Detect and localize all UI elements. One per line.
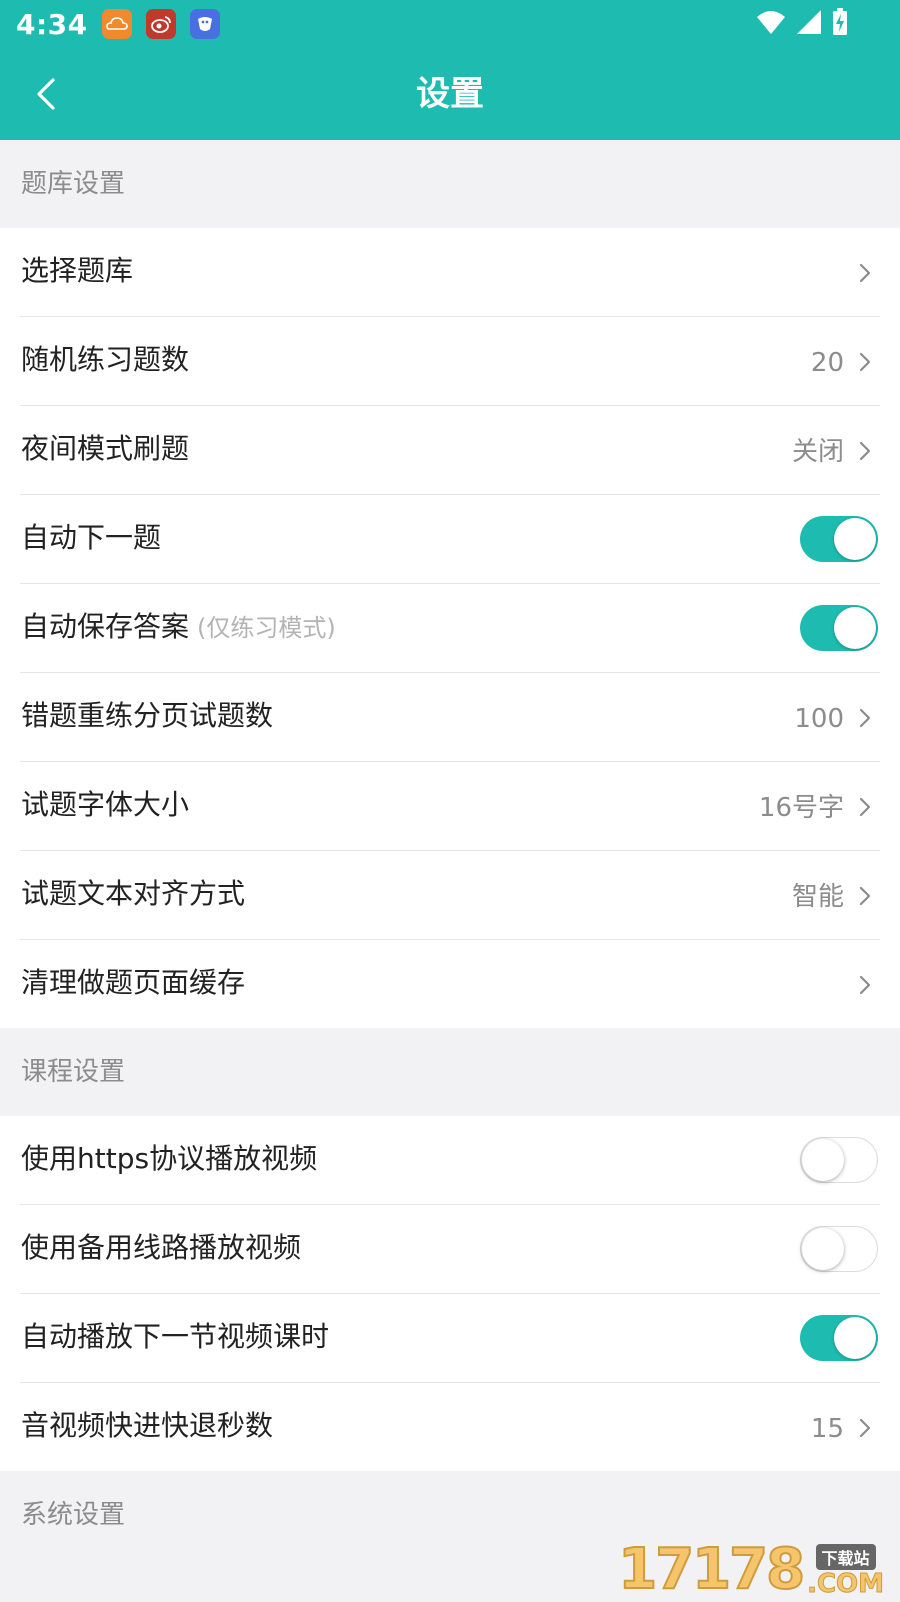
settings-group: 使用https协议播放视频 使用备用线路播放视频 自动播放下一节视频课时 音视频快进快…: [0, 1116, 900, 1471]
settings-row[interactable]: 使用备用线路播放视频: [20, 1205, 880, 1294]
settings-row-title: 选择题库: [21, 254, 134, 287]
settings-row-title: 夜间模式刷题: [21, 432, 190, 465]
settings-row[interactable]: 夜间模式刷题 关闭: [20, 406, 880, 495]
settings-row-value: 关闭: [791, 437, 844, 467]
settings-row-title: 清理做题页面缓存: [21, 966, 246, 999]
settings-row-label: 清理做题页面缓存: [21, 940, 245, 1026]
weather-app-icon: [101, 9, 132, 39]
toggle-knob: [834, 1317, 876, 1359]
settings-row-title: 试题文本对齐方式: [21, 877, 246, 910]
bird-app-icon: [189, 9, 220, 39]
settings-row[interactable]: 清理做题页面缓存: [20, 940, 880, 1028]
toggle-knob: [834, 607, 876, 649]
settings-row[interactable]: 选择题库: [20, 228, 880, 317]
page-title: 设置: [416, 74, 484, 114]
back-chevron-icon: [37, 78, 55, 110]
back-button[interactable]: [22, 70, 70, 118]
settings-row-value: 100: [794, 704, 844, 734]
chevron-right-icon: [852, 794, 878, 820]
settings-group: 选择题库 随机练习题数 20 夜间模式刷题 关闭 自动下一题 自动保存答案 (仅练习模式) 错题…: [0, 228, 900, 1028]
settings-row-title: 音视频快进快退秒数: [21, 1409, 274, 1442]
toggle-knob: [834, 518, 876, 560]
toggle-switch[interactable]: [800, 1137, 878, 1183]
wifi-icon: [756, 9, 786, 39]
settings-row-label: 选择题库: [21, 228, 133, 314]
settings-row-title: 自动保存答案: [21, 610, 190, 643]
status-bar: 4:34: [0, 0, 900, 48]
settings-row-label: 音视频快进快退秒数: [21, 1383, 273, 1469]
toggle-knob: [802, 1228, 844, 1270]
settings-row-label: 随机练习题数: [21, 317, 189, 403]
chevron-right-icon: [852, 883, 878, 909]
settings-row-title: 自动播放下一节视频课时: [21, 1320, 330, 1353]
toggle-switch[interactable]: [800, 605, 878, 651]
settings-row-title: 错题重练分页试题数: [21, 699, 274, 732]
app-toolbar: 设置: [0, 48, 900, 140]
settings-row-label: 自动下一题: [21, 495, 161, 581]
settings-row[interactable]: 自动播放下一节视频课时: [20, 1294, 880, 1383]
settings-row-value: 16号字: [758, 793, 844, 823]
settings-row-label: 使用https协议播放视频: [21, 1116, 317, 1202]
settings-row-label: 夜间模式刷题: [21, 406, 189, 492]
section-header: 课程设置: [0, 1028, 900, 1116]
settings-row-label: 试题字体大小: [21, 762, 189, 848]
settings-row-title: 自动下一题: [21, 521, 162, 554]
settings-row[interactable]: 自动下一题: [20, 495, 880, 584]
chevron-right-icon: [852, 1415, 878, 1441]
watermark-number: 17178: [617, 1537, 806, 1602]
settings-row-title: 试题字体大小: [21, 788, 190, 821]
chevron-right-icon: [852, 438, 878, 464]
chevron-right-icon: [852, 972, 878, 998]
toggle-switch[interactable]: [800, 516, 878, 562]
chevron-right-icon: [852, 705, 878, 731]
toggle-knob: [802, 1139, 844, 1181]
settings-row-value: 智能: [791, 882, 844, 912]
signal-icon: [796, 9, 822, 39]
settings-row-label: 自动保存答案 (仅练习模式): [21, 584, 336, 671]
site-watermark: 17178 下载站 .COM: [617, 1537, 885, 1602]
settings-row[interactable]: 试题文本对齐方式 智能: [20, 851, 880, 940]
settings-row[interactable]: 试题字体大小 16号字: [20, 762, 880, 851]
chevron-right-icon: [852, 260, 878, 286]
toggle-switch[interactable]: [800, 1315, 878, 1361]
settings-row-label: 自动播放下一节视频课时: [21, 1294, 329, 1380]
watermark-cn: 下载站: [815, 1544, 876, 1570]
settings-row-label: 使用备用线路播放视频: [21, 1205, 301, 1291]
status-indicators: [756, 8, 848, 40]
settings-row-label: 试题文本对齐方式: [21, 851, 245, 937]
section-header: 题库设置: [0, 140, 900, 228]
settings-row-title: 随机练习题数: [21, 343, 190, 376]
chevron-right-icon: [852, 349, 878, 375]
settings-row-title: 使用https协议播放视频: [21, 1142, 318, 1175]
weibo-app-icon: [145, 9, 176, 39]
settings-row-value: 20: [810, 348, 844, 378]
settings-row[interactable]: 自动保存答案 (仅练习模式): [20, 584, 880, 673]
settings-row[interactable]: 随机练习题数 20: [20, 317, 880, 406]
settings-row-hint: (仅练习模式): [197, 614, 336, 642]
settings-row-value: 15: [810, 1414, 844, 1444]
settings-row-label: 错题重练分页试题数: [21, 673, 273, 759]
settings-row-title: 使用备用线路播放视频: [21, 1231, 302, 1264]
toggle-switch[interactable]: [800, 1226, 878, 1272]
battery-charging-icon: [832, 8, 848, 40]
settings-content: 题库设置选择题库随机练习题数 20 夜间模式刷题 关闭自动下一题自动保存答案 (仅练习模…: [0, 140, 900, 1559]
watermark-com: .COM: [807, 1569, 885, 1599]
status-time: 4:34: [16, 7, 88, 41]
settings-row[interactable]: 音视频快进快退秒数 15: [20, 1383, 880, 1471]
settings-row[interactable]: 使用https协议播放视频: [20, 1116, 880, 1205]
settings-row[interactable]: 错题重练分页试题数 100: [20, 673, 880, 762]
